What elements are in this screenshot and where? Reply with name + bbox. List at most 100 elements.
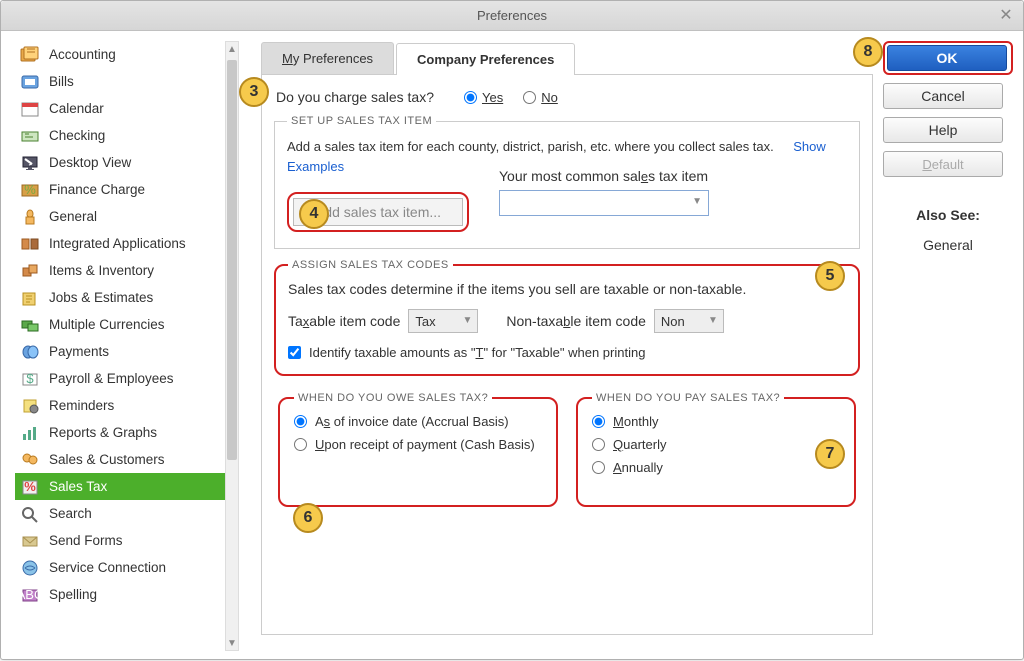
sales-icon [19, 450, 41, 470]
owe-fieldset: WHEN DO YOU OWE SALES TAX? As of invoice… [278, 392, 558, 507]
sidebar-item-reminders[interactable]: Reminders [15, 392, 237, 419]
setup-sales-tax-fieldset: SET UP SALES TAX ITEM Add a sales tax it… [274, 115, 860, 249]
sidebar-item-calendar[interactable]: Calendar [15, 95, 237, 122]
owe-legend: WHEN DO YOU OWE SALES TAX? [294, 392, 492, 404]
scroll-down-icon[interactable]: ▼ [226, 636, 238, 650]
charge-no-radio[interactable]: No [523, 90, 558, 105]
checking-icon [19, 126, 41, 146]
nontaxable-code-select[interactable]: Non [654, 309, 724, 333]
pay-monthly-radio[interactable]: Monthly [592, 414, 840, 429]
sidebar-item-bills[interactable]: Bills [15, 68, 237, 95]
sidebar-item-label: Multiple Currencies [49, 317, 165, 332]
close-icon[interactable]: ✕ [997, 6, 1015, 24]
sidebar-item-label: Calendar [49, 101, 104, 116]
charge-question: Do you charge sales tax? [276, 89, 434, 105]
service-icon [19, 558, 41, 578]
sidebar-item-label: General [49, 209, 97, 224]
window-title: Preferences [477, 8, 547, 23]
also-see-general-link[interactable]: General [883, 237, 1013, 253]
callout-3: 3 [239, 77, 269, 107]
svg-text:%: % [24, 182, 36, 197]
help-button[interactable]: Help [883, 117, 1003, 143]
sidebar-item-label: Jobs & Estimates [49, 290, 153, 305]
apps-icon [19, 234, 41, 254]
svg-text:ABC: ABC [20, 587, 40, 602]
bills-icon [19, 72, 41, 92]
sidebar-item-label: Payroll & Employees [49, 371, 174, 386]
cancel-button[interactable]: Cancel [883, 83, 1003, 109]
sidebar-item-sales-customers[interactable]: Sales & Customers [15, 446, 237, 473]
default-button[interactable]: Default [883, 151, 1003, 177]
sidebar-item-checking[interactable]: Checking [15, 122, 237, 149]
items-icon [19, 261, 41, 281]
sidebar-item-label: Bills [49, 74, 74, 89]
pay-legend: WHEN DO YOU PAY SALES TAX? [592, 392, 784, 404]
sidebar-item-accounting[interactable]: Accounting [15, 41, 237, 68]
accounting-icon [19, 45, 41, 65]
sidebar: Accounting Bills Calendar Checking Desktop V… [1, 31, 241, 661]
sidebar-item-general[interactable]: General [15, 203, 237, 230]
sidebar-item-label: Accounting [49, 47, 116, 62]
scroll-thumb[interactable] [227, 60, 237, 460]
pay-fieldset: WHEN DO YOU PAY SALES TAX? Monthly Quart… [576, 392, 856, 507]
ok-highlight: OK [883, 41, 1013, 75]
search-icon [19, 504, 41, 524]
taxable-code-label: Taxable item code [288, 313, 400, 329]
sidebar-item-label: Reports & Graphs [49, 425, 157, 440]
callout-6: 6 [293, 503, 323, 533]
pay-annually-radio[interactable]: Annually [592, 460, 840, 475]
common-sales-tax-combo[interactable] [499, 190, 709, 216]
sidebar-item-sales-tax[interactable]: % Sales Tax [15, 473, 237, 500]
sidebar-item-finance-charge[interactable]: %Finance Charge [15, 176, 237, 203]
setup-legend: SET UP SALES TAX ITEM [287, 115, 436, 127]
assign-codes-fieldset: ASSIGN SALES TAX CODES Sales tax codes d… [274, 259, 860, 376]
sidebar-item-reports-graphs[interactable]: Reports & Graphs [15, 419, 237, 446]
finance-icon: % [19, 180, 41, 200]
owe-cash-radio[interactable]: Upon receipt of payment (Cash Basis) [294, 437, 542, 452]
sidebar-item-label: Sales Tax [49, 479, 107, 494]
scroll-up-icon[interactable]: ▲ [226, 42, 238, 56]
sidebar-item-label: Sales & Customers [49, 452, 165, 467]
sidebar-item-desktop-view[interactable]: Desktop View [15, 149, 237, 176]
sidebar-item-integrated-applications[interactable]: Integrated Applications [15, 230, 237, 257]
general-icon [19, 207, 41, 227]
sidebar-item-label: Items & Inventory [49, 263, 154, 278]
nontaxable-code-label: Non-taxable item code [506, 313, 646, 329]
ok-button[interactable]: OK [887, 45, 1007, 71]
identify-taxable-checkbox[interactable]: Identify taxable amounts as "T" for "Tax… [288, 345, 846, 360]
sidebar-item-payroll-employees[interactable]: $ Payroll & Employees [15, 365, 237, 392]
spelling-icon: ABC [19, 585, 41, 605]
right-buttons: OK Cancel Help Default Also See: General [873, 41, 1013, 651]
callout-4: 4 [299, 199, 329, 229]
sidebar-item-payments[interactable]: Payments [15, 338, 237, 365]
sidebar-item-search[interactable]: Search [15, 500, 237, 527]
also-see-label: Also See: [883, 207, 1013, 223]
sidebar-item-send-forms[interactable]: Send Forms [15, 527, 237, 554]
owe-accrual-radio[interactable]: As of invoice date (Accrual Basis) [294, 414, 542, 429]
send-icon [19, 531, 41, 551]
sidebar-item-service-connection[interactable]: Service Connection [15, 554, 237, 581]
sidebar-scrollbar[interactable]: ▲ ▼ [225, 41, 239, 651]
assign-legend: ASSIGN SALES TAX CODES [288, 259, 453, 271]
sidebar-item-multiple-currencies[interactable]: Multiple Currencies [15, 311, 237, 338]
svg-text:$: $ [26, 371, 34, 386]
tab-company-preferences[interactable]: Company Preferences [396, 43, 575, 75]
payroll-icon: $ [19, 369, 41, 389]
tab-my-preferences[interactable]: My Preferences [261, 42, 394, 74]
sidebar-item-label: Checking [49, 128, 105, 143]
sidebar-item-spelling[interactable]: ABCSpelling [15, 581, 237, 608]
sidebar-item-label: Desktop View [49, 155, 131, 170]
preferences-window: Preferences ✕ Accounting Bills Calendar Che… [0, 0, 1024, 660]
sidebar-item-jobs-estimates[interactable]: Jobs & Estimates [15, 284, 237, 311]
tax-icon: % [19, 477, 41, 497]
pay-quarterly-radio[interactable]: Quarterly [592, 437, 840, 452]
sidebar-item-label: Integrated Applications [49, 236, 186, 251]
titlebar: Preferences ✕ [1, 1, 1023, 31]
charge-yes-radio[interactable]: Yes [464, 90, 503, 105]
sidebar-item-items-inventory[interactable]: Items & Inventory [15, 257, 237, 284]
sidebar-item-label: Service Connection [49, 560, 166, 575]
reminders-icon [19, 396, 41, 416]
taxable-code-select[interactable]: Tax [408, 309, 478, 333]
currencies-icon [19, 315, 41, 335]
callout-5: 5 [815, 261, 845, 291]
